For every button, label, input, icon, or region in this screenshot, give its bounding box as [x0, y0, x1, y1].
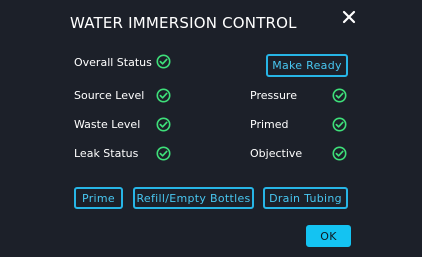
water-immersion-dialog: WATER IMMERSION CONTROL Overall Status M… [0, 0, 422, 257]
leak-status-check-icon [156, 146, 171, 161]
make-ready-button[interactable]: Make Ready [266, 54, 348, 77]
primed-label: Primed [250, 118, 289, 131]
dialog-title: WATER IMMERSION CONTROL [70, 14, 297, 32]
leak-status-label: Leak Status [74, 147, 139, 160]
primed-check-icon [332, 117, 347, 132]
drain-tubing-button[interactable]: Drain Tubing [263, 187, 348, 209]
pressure-label: Pressure [250, 89, 297, 102]
waste-level-label: Waste Level [74, 118, 141, 131]
close-icon[interactable] [339, 7, 359, 27]
ok-button[interactable]: OK [306, 225, 351, 247]
waste-level-check-icon [156, 117, 171, 132]
source-level-label: Source Level [74, 89, 145, 102]
objective-label: Objective [250, 147, 303, 160]
overall-status-label: Overall Status [74, 56, 152, 69]
objective-check-icon [332, 146, 347, 161]
refill-empty-bottles-button[interactable]: Refill/Empty Bottles [133, 187, 254, 209]
source-level-check-icon [156, 88, 171, 103]
overall-status-check-icon [156, 54, 171, 69]
prime-button[interactable]: Prime [74, 187, 123, 209]
pressure-check-icon [332, 88, 347, 103]
